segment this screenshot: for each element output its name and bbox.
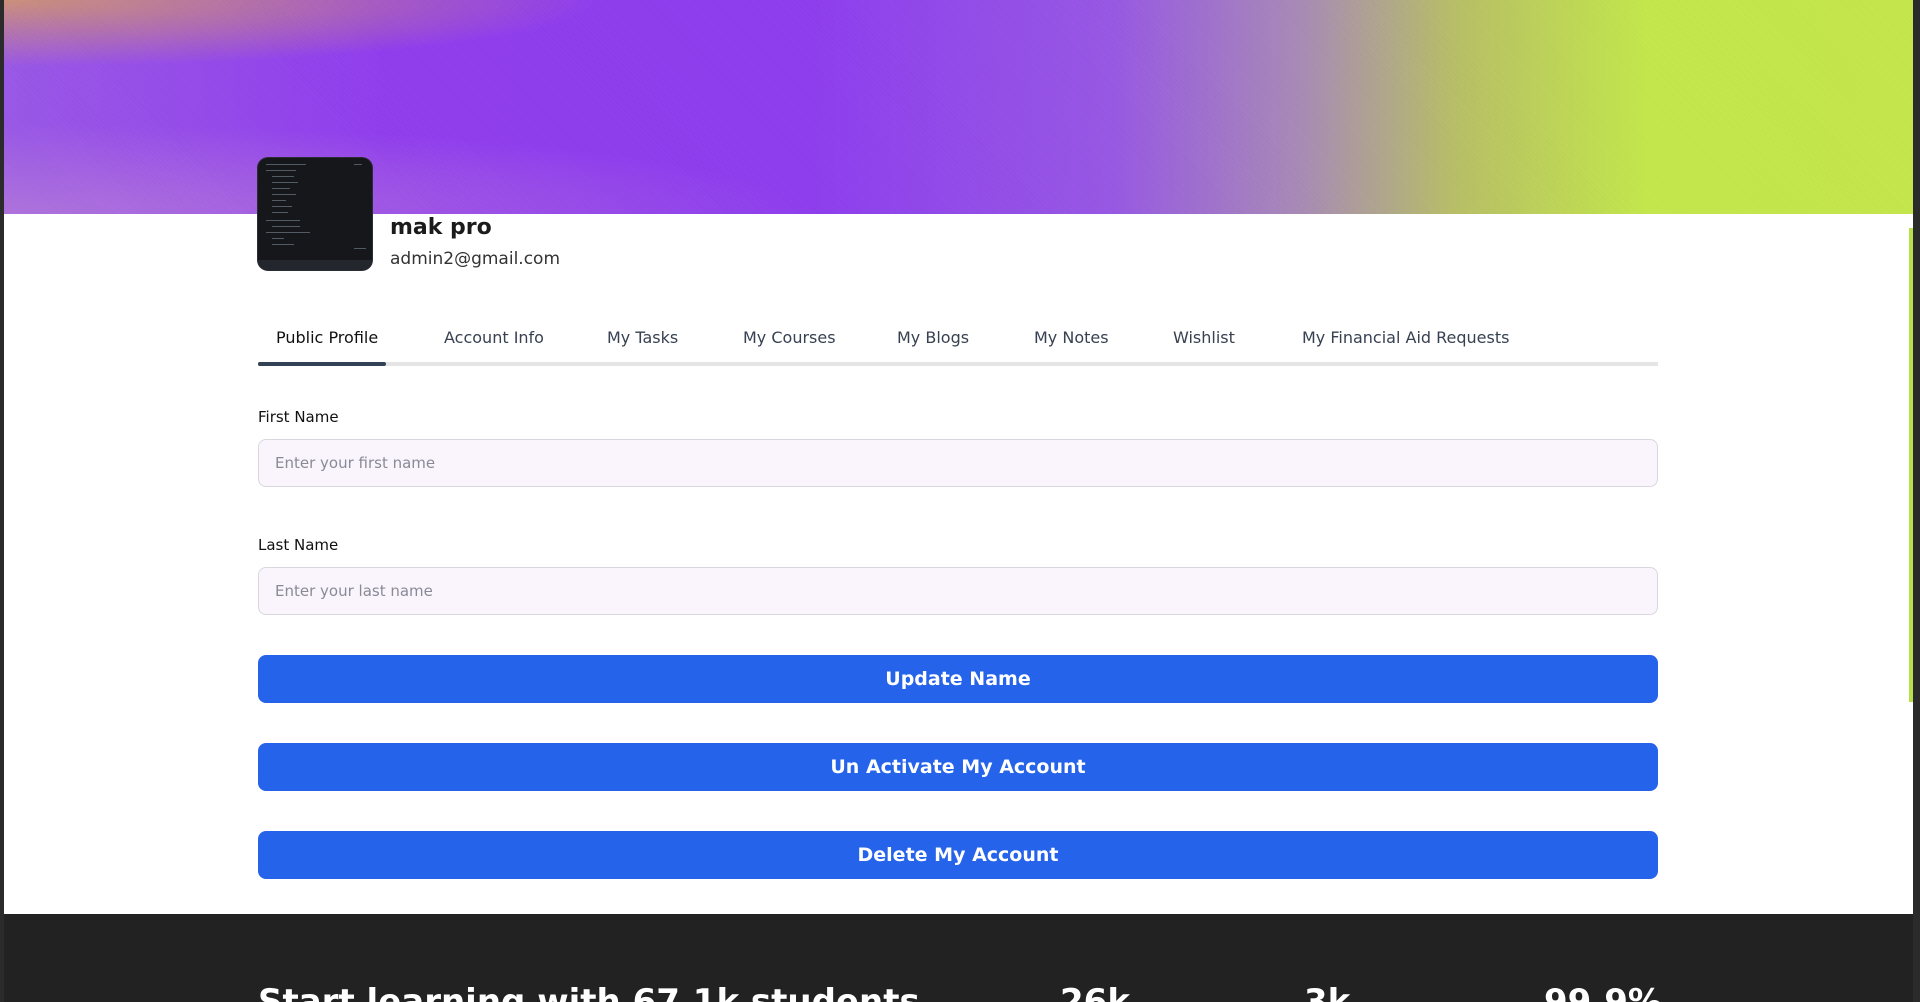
tab-my-tasks[interactable]: My Tasks (607, 328, 678, 347)
scroll-accent (1909, 228, 1913, 702)
tab-wishlist[interactable]: Wishlist (1173, 328, 1235, 347)
last-name-input[interactable] (258, 567, 1658, 615)
first-name-label: First Name (258, 408, 339, 426)
tab-my-financial-aid-requests[interactable]: My Financial Aid Requests (1302, 328, 1509, 347)
footer-stat-courses: 3k (1304, 982, 1351, 1002)
footer-stats: Start learning with 67.1k students 26k 3… (4, 914, 1913, 1002)
profile-page: mak pro admin2@gmail.com Public Profile … (4, 0, 1913, 1002)
tab-public-profile[interactable]: Public Profile (276, 328, 378, 347)
footer-stat-students: 26k (1060, 982, 1130, 1002)
first-name-input[interactable] (258, 439, 1658, 487)
active-tab-indicator (258, 362, 386, 366)
profile-tabs: Public Profile Account Info My Tasks My … (258, 320, 1658, 366)
delete-account-button[interactable]: Delete My Account (258, 831, 1658, 879)
tab-account-info[interactable]: Account Info (444, 328, 544, 347)
tab-my-courses[interactable]: My Courses (743, 328, 836, 347)
footer-stat-satisfaction: 99.9% (1544, 982, 1662, 1002)
last-name-label: Last Name (258, 536, 339, 554)
tab-my-notes[interactable]: My Notes (1034, 328, 1109, 347)
avatar[interactable] (258, 158, 372, 270)
update-name-button[interactable]: Update Name (258, 655, 1658, 703)
profile-name: mak pro (390, 215, 492, 240)
deactivate-account-button[interactable]: Un Activate My Account (258, 743, 1658, 791)
tab-my-blogs[interactable]: My Blogs (897, 328, 969, 347)
footer-headline: Start learning with 67.1k students (258, 982, 920, 1002)
profile-email: admin2@gmail.com (390, 249, 561, 269)
